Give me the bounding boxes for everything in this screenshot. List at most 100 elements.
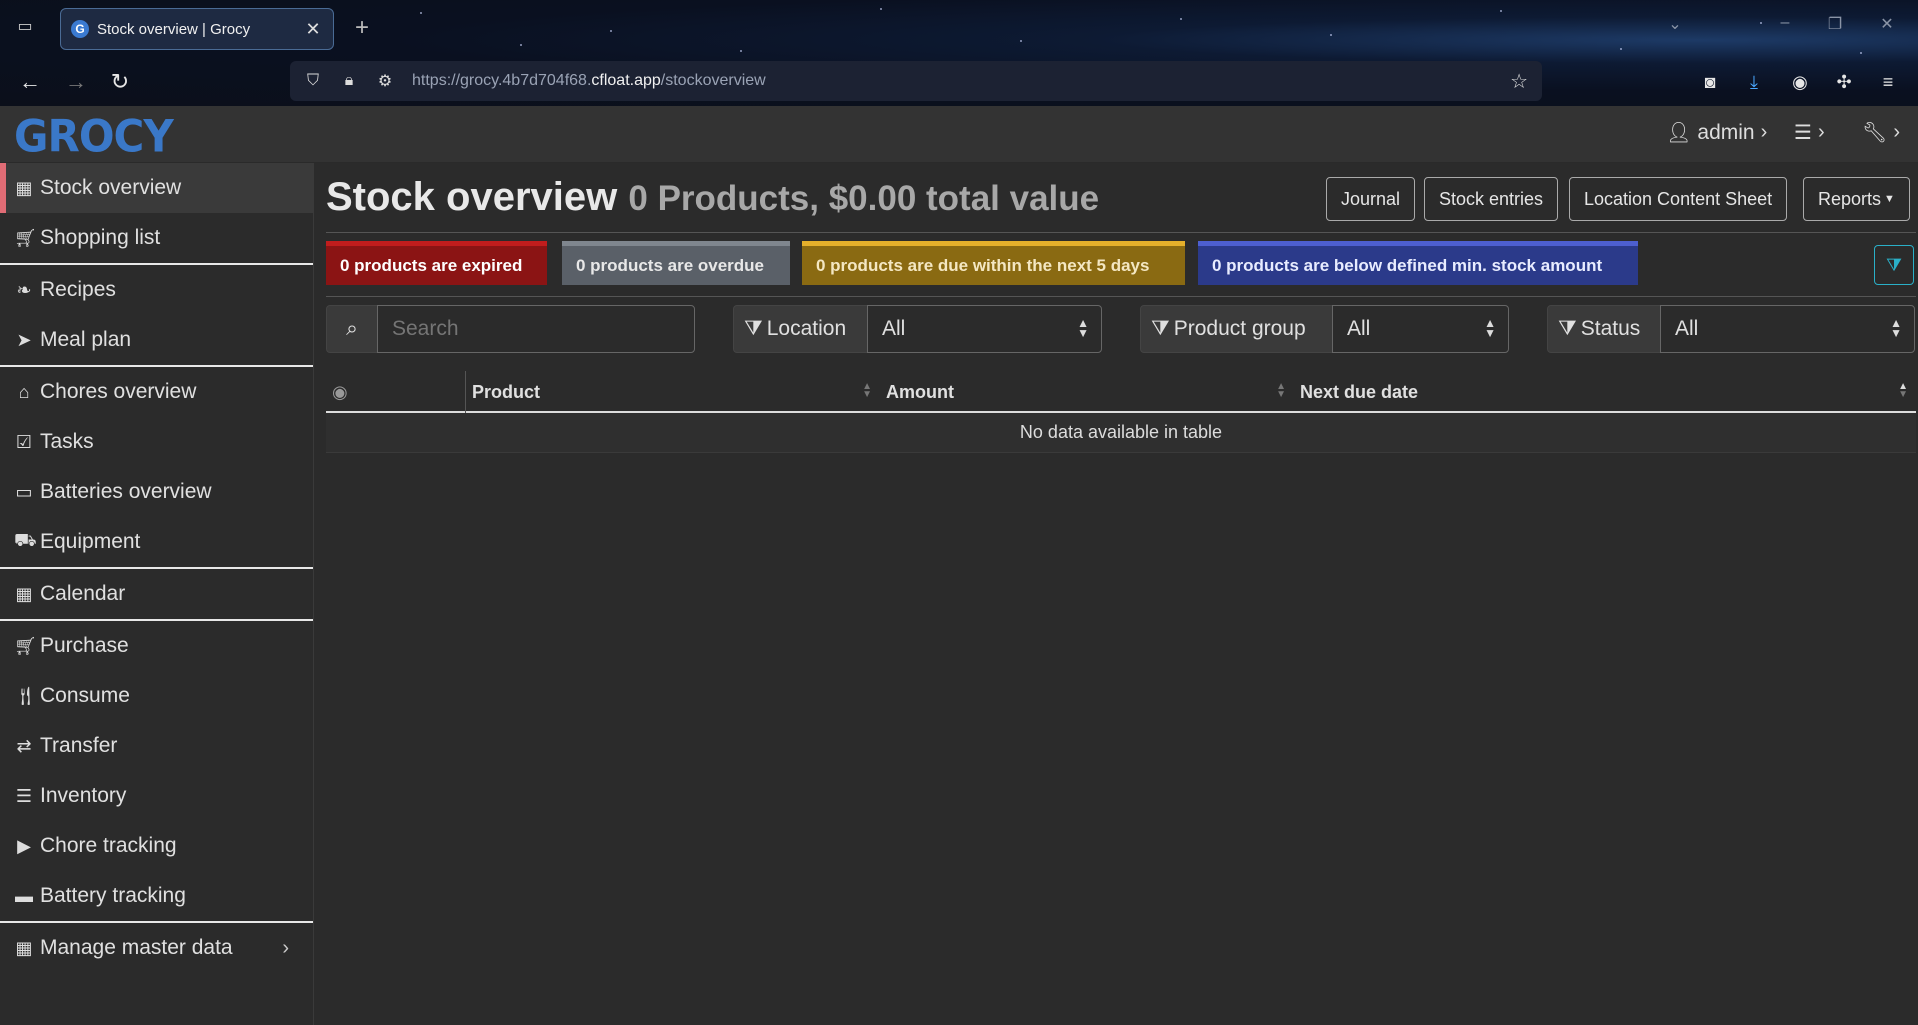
stock-entries-button[interactable]: Stock entries [1424, 177, 1559, 221]
sidebar: ▦ Stock overview 🛒︎ Shopping list ❧ Reci… [0, 163, 314, 1025]
overdue-badge[interactable]: 0 products are overdue [562, 241, 790, 285]
column-amount[interactable]: Amount ▲ ▼ [880, 371, 1294, 413]
status-select[interactable]: All ▲ ▼ [1660, 305, 1915, 353]
expired-badge[interactable]: 0 products are expired [326, 241, 547, 285]
user-menu[interactable]: 👤︎ admin › [1666, 120, 1767, 145]
pocket-icon[interactable]: ◙ [1696, 68, 1724, 96]
sidebar-item-manage-master-data[interactable]: ▦ Manage master data › [0, 923, 313, 973]
location-filter-label: ⧩ Location [733, 305, 868, 353]
empty-table-message: No data available in table [326, 413, 1916, 453]
close-window-icon[interactable]: ✕ [1872, 14, 1902, 34]
menu-icon[interactable]: ≡ [1874, 68, 1902, 96]
tab-list-icon[interactable]: ▭ [14, 16, 36, 38]
product-group-select[interactable]: All ▲ ▼ [1332, 305, 1509, 353]
stock-table: ◉ Product ▲ ▼ Amount ▲ ▼ Next due date ▲ ▼ … [326, 371, 1916, 453]
sidebar-item-inventory[interactable]: ☰ Inventory [0, 771, 313, 821]
car-battery-icon: ▬ [15, 885, 33, 906]
app-header: GROCY 👤︎ admin › ☰ › 🔧︎ › [0, 106, 1918, 163]
tasks-icon: ☑ [15, 431, 33, 452]
sidebar-item-consume[interactable]: 🍴︎ Consume [0, 671, 313, 721]
recipe-icon: ❧ [16, 279, 32, 300]
play-icon: ▶ [17, 835, 31, 856]
table-icon: ▦ [15, 937, 33, 958]
extensions-icon[interactable]: ✣ [1830, 68, 1858, 96]
downloads-icon[interactable]: ⤓ [1740, 68, 1768, 96]
sidebar-item-transfer[interactable]: ⇄ Transfer [0, 721, 313, 771]
reload-icon[interactable]: ↻ [106, 68, 134, 96]
tab-title: Stock overview | Grocy [97, 20, 251, 38]
column-next-due-date[interactable]: Next due date ▲ ▼ [1294, 371, 1916, 413]
select-arrows-icon: ▲ ▼ [1484, 316, 1496, 340]
toolbox-icon: ⛟ [14, 530, 37, 550]
wrench-icon: 🔧︎ [1862, 122, 1888, 144]
status-badges: 0 products are expired 0 products are ov… [326, 241, 1916, 297]
sidebar-item-meal-plan[interactable]: ➤ Meal plan [0, 315, 313, 365]
chevron-right-icon: › [282, 936, 289, 959]
sidebar-item-purchase[interactable]: 🛒︎ Purchase [0, 621, 313, 671]
user-name: admin [1697, 120, 1755, 144]
battery-icon: ▭ [15, 481, 33, 502]
main-content: Stock overview 0 Products, $0.00 total v… [326, 163, 1918, 453]
chevron-right-icon: › [1893, 121, 1901, 143]
page-title: Stock overview 0 Products, $0.00 total v… [326, 175, 1100, 219]
sort-icon: ▲ ▼ [862, 381, 872, 400]
due-soon-badge[interactable]: 0 products are due within the next 5 day… [802, 241, 1185, 285]
caret-down-icon: ▼ [1884, 193, 1895, 205]
search-input[interactable] [377, 305, 695, 353]
sort-icon: ▲ ▼ [1898, 381, 1908, 400]
select-arrows-icon: ▲ ▼ [1077, 316, 1089, 340]
sidebar-item-chores-overview[interactable]: ⌂ Chores overview [0, 367, 313, 417]
select-arrows-icon: ▲ ▼ [1890, 316, 1902, 340]
grocy-favicon-icon: G [71, 20, 89, 38]
url-text[interactable]: https://grocy.4b7d704f68.cfloat.app/stoc… [412, 72, 766, 90]
sidebar-item-batteries-overview[interactable]: ▭ Batteries overview [0, 467, 313, 517]
account-icon[interactable]: ◉ [1786, 68, 1814, 96]
cart-icon: 🛒︎ [14, 227, 37, 248]
sidebar-item-battery-tracking[interactable]: ▬ Battery tracking [0, 871, 313, 921]
table-header: ◉ Product ▲ ▼ Amount ▲ ▼ Next due date ▲ ▼ [326, 371, 1916, 413]
sidebar-item-chore-tracking[interactable]: ▶ Chore tracking [0, 821, 313, 871]
sidebar-item-equipment[interactable]: ⛟ Equipment [0, 517, 313, 567]
bookmark-star-icon[interactable]: ☆ [1510, 69, 1528, 94]
minimize-icon[interactable]: – [1770, 14, 1800, 32]
status-filter-label: ⧩ Status [1547, 305, 1661, 353]
new-tab-icon[interactable]: + [350, 14, 374, 42]
forward-icon[interactable]: → [62, 68, 90, 96]
column-visibility-icon[interactable]: ◉ [326, 371, 466, 413]
url-bar[interactable]: ⛉ 🔒︎ ⚙ https://grocy.4b7d704f68.cfloat.a… [290, 61, 1542, 101]
grocy-logo[interactable]: GROCY [14, 111, 174, 162]
sidebar-item-shopping-list[interactable]: 🛒︎ Shopping list [0, 213, 313, 263]
sidebar-item-stock-overview[interactable]: ▦ Stock overview [0, 163, 313, 213]
filter-icon: ⧩ [1151, 317, 1170, 340]
home-icon: ⌂ [18, 381, 30, 402]
chevron-right-icon: › [1817, 121, 1825, 143]
sort-icon: ▲ ▼ [1276, 381, 1286, 400]
sliders-icon: ☰ [1794, 122, 1812, 144]
location-select[interactable]: All ▲ ▼ [867, 305, 1102, 353]
search-icon: ⌕ [326, 305, 378, 353]
below-min-stock-badge[interactable]: 0 products are below defined min. stock … [1198, 241, 1638, 285]
column-product[interactable]: Product ▲ ▼ [466, 371, 880, 413]
journal-button[interactable]: Journal [1326, 177, 1416, 221]
tools-menu[interactable]: 🔧︎ › [1862, 120, 1900, 145]
reports-dropdown[interactable]: Reports ▼ [1803, 177, 1910, 221]
chevron-right-icon: › [1760, 121, 1768, 143]
close-tab-icon[interactable]: ✕ [303, 19, 323, 40]
sidebar-item-calendar[interactable]: ▦ Calendar [0, 569, 313, 619]
exchange-icon: ⇄ [16, 735, 32, 756]
permissions-icon[interactable]: ⚙ [376, 71, 394, 91]
filter-icon: ⧩ [1558, 317, 1577, 340]
shield-icon[interactable]: ⛉ [304, 72, 322, 90]
browser-tab[interactable]: G Stock overview | Grocy ✕ [60, 8, 334, 50]
sidebar-item-tasks[interactable]: ☑ Tasks [0, 417, 313, 467]
settings-menu[interactable]: ☰ › [1794, 120, 1825, 145]
cart-plus-icon: 🛒︎ [14, 635, 37, 656]
tab-overflow-icon[interactable]: ⌄ [1660, 14, 1690, 34]
restore-icon[interactable]: ❐ [1820, 14, 1850, 34]
filter-toggle-icon[interactable]: ⧩ [1874, 245, 1914, 285]
filter-icon: ⧩ [744, 317, 763, 340]
lock-icon[interactable]: 🔒︎ [340, 72, 358, 90]
back-icon[interactable]: ← [16, 68, 44, 96]
sidebar-item-recipes[interactable]: ❧ Recipes [0, 265, 313, 315]
location-content-sheet-button[interactable]: Location Content Sheet [1569, 177, 1788, 221]
